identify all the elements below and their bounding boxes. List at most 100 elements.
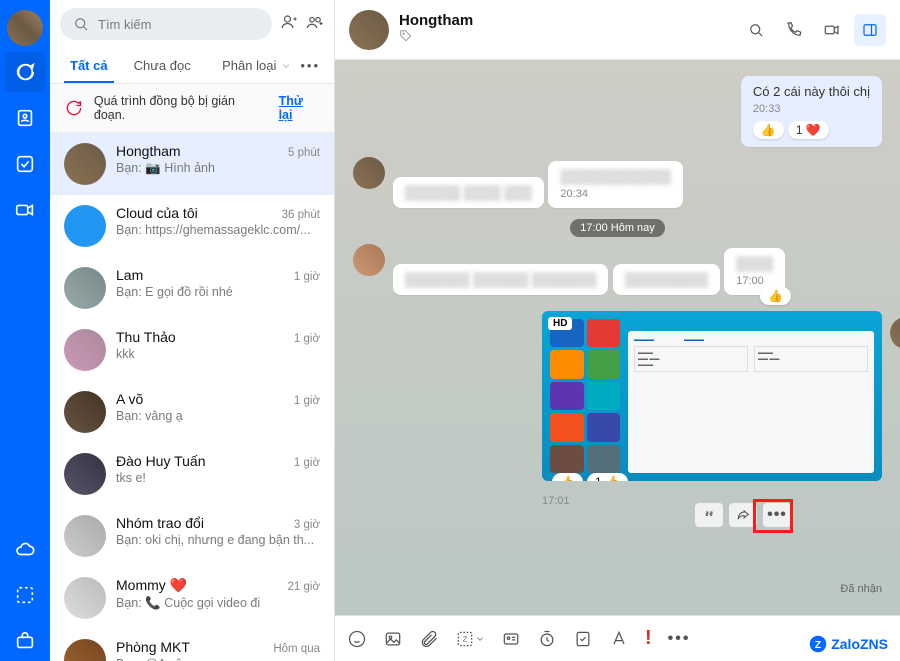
chat-name: Lam bbox=[116, 267, 143, 283]
message-actions: ••• bbox=[695, 503, 791, 527]
chat-preview: Bạn: oki chị, nhưng e đang bận th... bbox=[116, 533, 320, 547]
chat-item[interactable]: Cloud của tôi 36 phút Bạn: https://ghema… bbox=[50, 195, 334, 257]
chat-time: 1 giờ bbox=[294, 271, 320, 283]
chat-avatar bbox=[64, 453, 106, 495]
chat-name: Đào Huy Tuấn bbox=[116, 453, 206, 469]
chat-header: Hongtham bbox=[335, 0, 900, 60]
receipt-status: Đã nhận bbox=[840, 583, 882, 595]
chat-item[interactable]: Lam 1 giờ Bạn: E gọi đồ rồi nhé bbox=[50, 257, 334, 319]
chat-time: 3 giờ bbox=[294, 519, 320, 531]
retry-link[interactable]: Thử lại bbox=[279, 94, 320, 122]
capture-nav[interactable] bbox=[5, 575, 45, 615]
sticker-icon[interactable] bbox=[347, 629, 367, 649]
avatar[interactable] bbox=[7, 10, 43, 46]
chat-panel: Hongtham Có 2 cái này thôi chị 20:33 👍 1… bbox=[335, 0, 900, 661]
chat-avatar bbox=[64, 391, 106, 433]
chat-name: A võ bbox=[116, 391, 143, 407]
chat-avatar bbox=[64, 143, 106, 185]
svg-text:Z: Z bbox=[463, 634, 468, 643]
tab-unread[interactable]: Chưa đọc bbox=[128, 48, 197, 83]
chevron-down-icon bbox=[280, 60, 292, 72]
react-thumb[interactable]: 👍 bbox=[760, 287, 791, 305]
chat-preview: Bạn: 📷 Hình ảnh bbox=[116, 161, 320, 176]
priority-icon[interactable]: ! bbox=[645, 627, 652, 650]
chat-list: Hongtham 5 phút Bạn: 📷 Hình ảnh Cloud củ… bbox=[50, 133, 334, 661]
msg-avatar bbox=[353, 157, 385, 189]
add-group-icon[interactable] bbox=[306, 13, 324, 36]
card-icon[interactable] bbox=[501, 629, 521, 649]
chat-time: 36 phút bbox=[282, 209, 320, 221]
chat-name: Cloud của tôi bbox=[116, 205, 198, 221]
chat-preview: Bạn: vâng ạ bbox=[116, 409, 320, 423]
attach-icon[interactable] bbox=[419, 629, 439, 649]
search-icon bbox=[72, 15, 90, 33]
chat-avatar bbox=[64, 515, 106, 557]
chat-preview: Bạn: E gọi đồ rồi nhé bbox=[116, 285, 320, 299]
react-thumb[interactable]: 👍 bbox=[552, 473, 583, 481]
sidebar-toggle-icon[interactable] bbox=[854, 14, 886, 46]
chat-preview: Bạn: @A vâng a bbox=[116, 657, 320, 661]
call-icon[interactable] bbox=[778, 14, 810, 46]
task-icon[interactable] bbox=[573, 629, 593, 649]
chat-avatar[interactable] bbox=[349, 10, 389, 50]
chat-title: Hongtham bbox=[399, 12, 473, 29]
tab-all[interactable]: Tất cả bbox=[64, 48, 114, 83]
forward-button[interactable] bbox=[729, 503, 757, 527]
nav-rail bbox=[0, 0, 50, 661]
toolbox-nav[interactable] bbox=[5, 621, 45, 661]
chat-name: Nhóm trao đổi bbox=[116, 515, 204, 531]
chat-avatar bbox=[64, 267, 106, 309]
chat-avatar bbox=[64, 205, 106, 247]
message-in[interactable]: ████████████ 20:34 bbox=[548, 161, 683, 208]
contacts-nav[interactable] bbox=[5, 98, 45, 138]
chat-preview: tks e! bbox=[116, 471, 320, 485]
search-chat-icon[interactable] bbox=[740, 14, 772, 46]
more-composer-icon[interactable]: ••• bbox=[668, 630, 691, 648]
react-thumb[interactable]: 👍 bbox=[753, 121, 784, 139]
message-in[interactable]: ██████ ████ ███ bbox=[393, 177, 544, 208]
msg-avatar bbox=[890, 317, 900, 349]
chat-time: Hôm qua bbox=[273, 643, 320, 655]
chat-preview: Bạn: https://ghemassageklc.com/... bbox=[116, 223, 320, 237]
zalo-icon: Z bbox=[809, 635, 827, 653]
message-in[interactable]: █████████ bbox=[613, 264, 720, 295]
tasks-nav[interactable] bbox=[5, 144, 45, 184]
react-count[interactable]: 1 👍 bbox=[587, 473, 628, 481]
quote-button[interactable] bbox=[695, 503, 723, 527]
chat-item[interactable]: Mommy ❤️ 21 giờ Bạn: 📞 Cuộc gọi video đi bbox=[50, 567, 334, 629]
chat-time: 21 giờ bbox=[288, 581, 320, 593]
more-icon[interactable]: ••• bbox=[300, 58, 320, 73]
chat-item[interactable]: A võ 1 giờ Bạn: vâng ạ bbox=[50, 381, 334, 443]
message-in[interactable]: ███████ ██████ ███████ bbox=[393, 264, 608, 295]
chat-preview: Bạn: 📞 Cuộc gọi video đi bbox=[116, 596, 320, 611]
more-button[interactable]: ••• bbox=[763, 503, 791, 527]
chat-item[interactable]: Thu Thảo 1 giờ kkk bbox=[50, 319, 334, 381]
chat-avatar bbox=[64, 639, 106, 661]
image-message[interactable]: ▬▬▬▬▬▬▬▬ ▬▬▬▬▬ ▬▬▬▬▬ ▬▬▬▬▬ ▬▬ HD 👍 1 👍 bbox=[542, 311, 882, 481]
image-icon[interactable] bbox=[383, 629, 403, 649]
cloud-nav[interactable] bbox=[5, 529, 45, 569]
messages-nav[interactable] bbox=[5, 52, 45, 92]
chat-item[interactable]: Phòng MKT Hôm qua Bạn: @A vâng a bbox=[50, 629, 334, 661]
video-call-icon[interactable] bbox=[816, 14, 848, 46]
add-friend-icon[interactable] bbox=[280, 13, 298, 36]
msg-avatar bbox=[353, 244, 385, 276]
screenshot-icon[interactable]: Z bbox=[455, 629, 485, 649]
format-icon[interactable] bbox=[609, 629, 629, 649]
classify-dropdown[interactable]: Phân loại bbox=[222, 58, 292, 73]
chat-item[interactable]: Đào Huy Tuấn 1 giờ tks e! bbox=[50, 443, 334, 505]
chat-time: 1 giờ bbox=[294, 333, 320, 345]
chat-preview: kkk bbox=[116, 347, 320, 361]
search-input[interactable]: Tìm kiếm bbox=[60, 8, 272, 40]
video-nav[interactable] bbox=[5, 190, 45, 230]
conversation-list-panel: Tìm kiếm Tất cả Chưa đọc Phân loại ••• Q… bbox=[50, 0, 335, 661]
chat-name: Hongtham bbox=[116, 143, 181, 159]
message-out[interactable]: Có 2 cái này thôi chị 20:33 👍 1 ❤️ bbox=[741, 76, 882, 147]
reminder-icon[interactable] bbox=[537, 629, 557, 649]
chat-item[interactable]: Nhóm trao đổi 3 giờ Bạn: oki chị, nhưng … bbox=[50, 505, 334, 567]
sync-text: Quá trình đồng bộ bị gián đoạn. bbox=[94, 94, 269, 122]
chat-item[interactable]: Hongtham 5 phút Bạn: 📷 Hình ảnh bbox=[50, 133, 334, 195]
message-in[interactable]: ████ 17:00 👍 bbox=[724, 248, 785, 295]
chat-name: Thu Thảo bbox=[116, 329, 176, 345]
react-count[interactable]: 1 ❤️ bbox=[788, 121, 829, 139]
